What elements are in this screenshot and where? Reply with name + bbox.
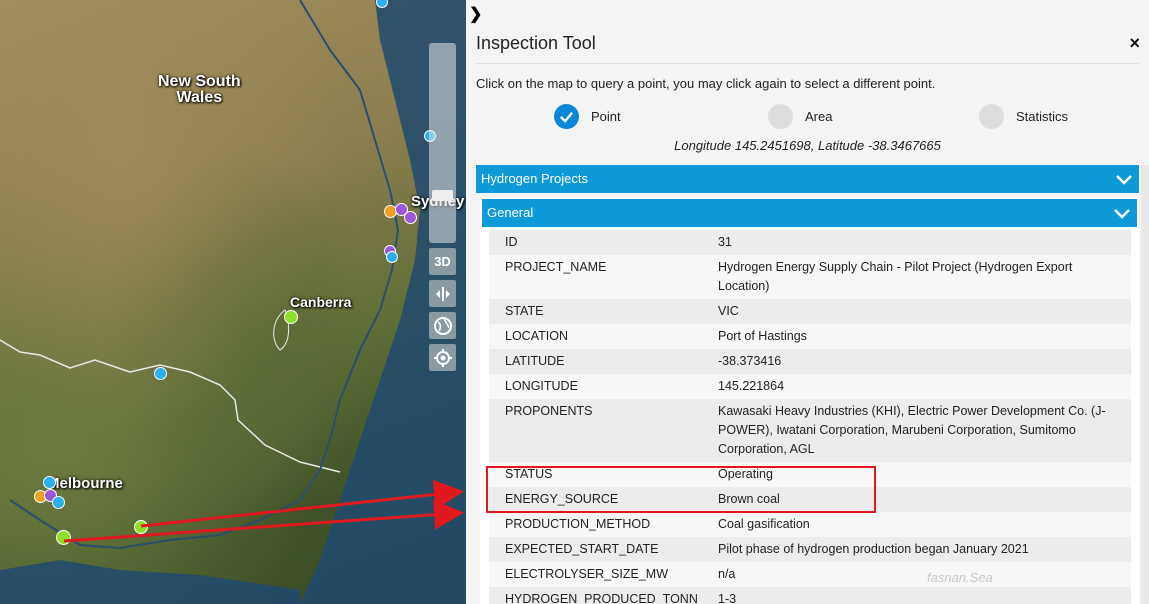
chevron-down-icon[interactable] <box>1112 203 1132 223</box>
attribute-key: PROPONENTS <box>505 404 593 418</box>
map-point[interactable] <box>404 211 417 224</box>
map-point[interactable] <box>134 520 148 534</box>
table-row: ELECTROLYSER_SIZE_MW n/a <box>489 562 1131 587</box>
attribute-key: LATITUDE <box>505 354 565 368</box>
map-point[interactable] <box>43 476 56 489</box>
table-row: LATITUDE -38.373416 <box>489 349 1131 374</box>
attribute-value: 1-3 <box>718 592 737 604</box>
attribute-value: Port of Hastings <box>718 329 807 343</box>
attribute-value: Hydrogen Energy Supply Chain - Pilot Pro… <box>718 260 1073 293</box>
globe-icon[interactable] <box>429 312 456 339</box>
attribute-key: LOCATION <box>505 329 568 343</box>
3d-toggle-button[interactable]: 3D <box>429 248 456 275</box>
attribute-value: Coal gasification <box>718 517 810 531</box>
zoom-slider-thumb[interactable] <box>432 190 453 201</box>
map-point[interactable] <box>284 310 298 324</box>
attribute-key: PRODUCTION_METHOD <box>505 517 651 531</box>
divider <box>476 63 1139 64</box>
attribute-key: STATE <box>505 304 544 318</box>
attribute-key: LONGITUDE <box>505 379 578 393</box>
table-row: LOCATION Port of Hastings <box>489 324 1131 349</box>
scrollbar[interactable] <box>1141 165 1149 604</box>
table-row: EXPECTED_START_DATE Pilot phase of hydrog… <box>489 537 1131 562</box>
mode-label-statistics: Statistics <box>1016 108 1069 124</box>
table-row: PROJECT_NAME Hydrogen Energy Supply Chain… <box>489 255 1131 299</box>
highlight-box <box>486 466 876 513</box>
mode-option-area[interactable]: Area <box>768 102 832 130</box>
subsection-title: General <box>487 205 534 220</box>
panel-title: Inspection Tool <box>476 33 596 53</box>
map-label-canberra: Canberra <box>290 294 352 310</box>
mode-label-point: Point <box>591 108 621 124</box>
attribute-value: Kawasaki Heavy Industries (KHI), Electri… <box>718 404 1106 456</box>
map-point[interactable] <box>56 530 71 545</box>
radio-icon[interactable] <box>768 103 793 129</box>
checkmark-icon[interactable] <box>554 103 579 129</box>
attribute-key: EXPECTED_START_DATE <box>505 542 659 556</box>
table-row: PROPONENTS Kawasaki Heavy Industries (KHI… <box>489 399 1131 462</box>
attribute-value: VIC <box>718 304 739 318</box>
attribute-key: PROJECT_NAME <box>505 260 607 274</box>
map-point[interactable] <box>154 367 167 380</box>
watermark: fasnan.Sea <box>927 570 993 585</box>
attribute-value: 31 <box>718 235 732 249</box>
table-row: STATE VIC <box>489 299 1131 324</box>
close-icon[interactable]: × <box>1129 33 1140 54</box>
locate-icon[interactable] <box>429 344 456 371</box>
table-row: LONGITUDE 145.221864 <box>489 374 1131 399</box>
attribute-key: HYDROGEN_PRODUCED_TONNES_PER_YEAR <box>505 592 698 604</box>
map-point[interactable] <box>52 496 65 509</box>
section-general[interactable]: General <box>482 199 1137 227</box>
map-view[interactable]: New South Wales Canberra Sydney Melbourn… <box>0 0 466 604</box>
general-panel: General ID 31 PROJECT_NAME Hydrogen Energy … <box>480 197 1139 604</box>
map-label-melbourne: Melbourne <box>47 475 123 492</box>
chevron-down-icon[interactable] <box>1114 169 1134 189</box>
split-view-icon[interactable] <box>429 280 456 307</box>
mode-option-statistics[interactable]: Statistics <box>979 102 1068 130</box>
table-row: HYDROGEN_PRODUCED_TONNES_PER_YEAR 1-3 <box>489 587 1131 604</box>
zoom-slider[interactable] <box>429 43 456 243</box>
map-label-nsw: New South Wales <box>158 73 241 106</box>
table-row: ID 31 <box>489 230 1131 255</box>
attribute-key: ELECTROLYSER_SIZE_MW <box>505 567 669 581</box>
mode-option-point[interactable]: Point <box>554 102 621 130</box>
attribute-table: ID 31 PROJECT_NAME Hydrogen Energy Supply C… <box>489 230 1131 604</box>
section-title: Hydrogen Projects <box>481 171 588 186</box>
table-row: PRODUCTION_METHOD Coal gasification <box>489 512 1131 537</box>
attribute-key: ID <box>505 235 518 249</box>
attribute-value: Pilot phase of hydrogen production began… <box>718 542 1029 556</box>
radio-icon[interactable] <box>979 103 1004 129</box>
map-point[interactable] <box>386 251 398 263</box>
section-hydrogen-projects[interactable]: Hydrogen Projects <box>476 165 1139 193</box>
mode-label-area: Area <box>805 108 833 124</box>
collapse-panel-icon[interactable]: ❯ <box>469 4 482 24</box>
inspection-panel: ❯ Inspection Tool × Click on the map to … <box>466 0 1149 604</box>
attribute-value: -38.373416 <box>718 354 782 368</box>
attribute-value: 145.221864 <box>718 379 785 393</box>
attribute-value: n/a <box>718 567 736 581</box>
instructions-text: Click on the map to query a point, you m… <box>476 76 936 91</box>
coordinates-readout: Longitude 145.2451698, Latitude -38.3467… <box>674 138 941 153</box>
